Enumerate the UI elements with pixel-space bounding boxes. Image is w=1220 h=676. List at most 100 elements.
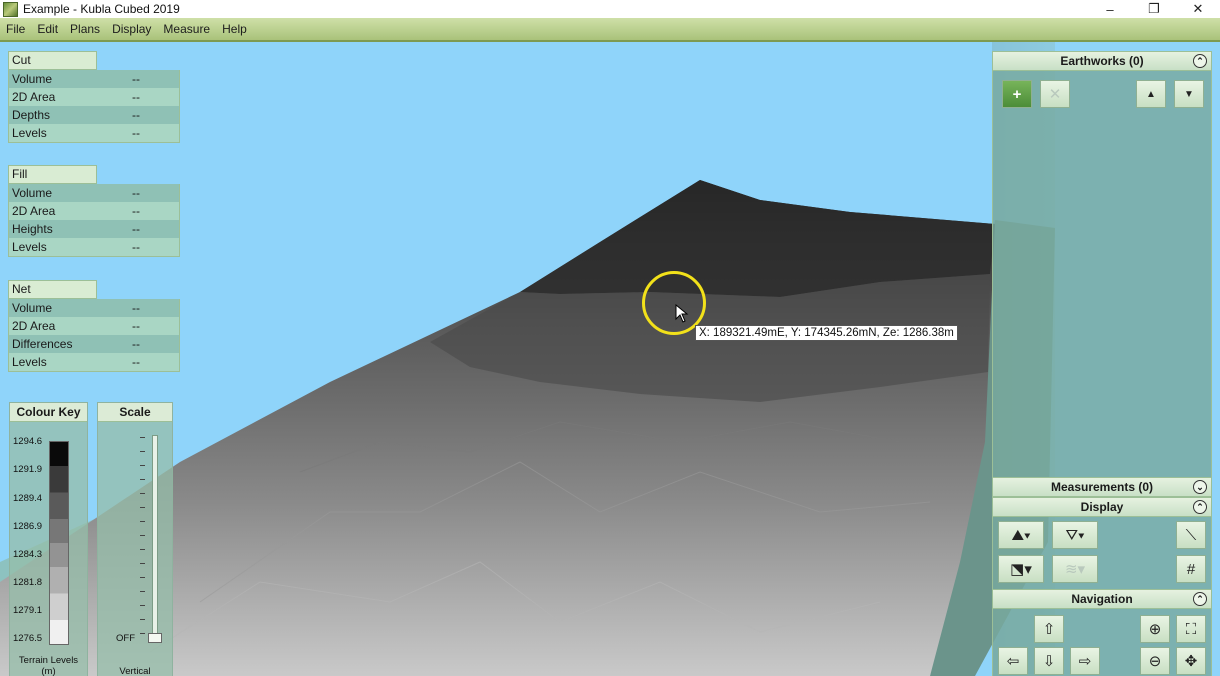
display-header[interactable]: Display ⌃ [992,497,1212,517]
colour-key-bar [49,441,69,645]
table-row: Volume -- [9,299,179,317]
earthworks-header[interactable]: Earthworks (0) ⌃ [992,51,1212,71]
move-down-button[interactable]: ▼ [1174,80,1204,108]
key-tick: 1281.8 [13,577,43,588]
minimize-button[interactable]: – [1088,0,1132,18]
key-tick: 1279.1 [13,605,43,616]
row-value: -- [132,301,140,315]
table-row: Depths -- [9,106,179,124]
menu-measure[interactable]: Measure [157,22,216,36]
row-label: Volume [12,72,53,86]
move-up-button[interactable]: ▲ [1136,80,1166,108]
row-label: Differences [12,337,73,351]
scale-slider-track[interactable] [152,435,158,643]
table-row: Volume -- [9,184,179,202]
scale-slider-handle[interactable] [148,633,162,643]
menu-edit[interactable]: Edit [31,22,64,36]
restore-button[interactable]: ❐ [1132,0,1176,18]
zoom-in-button[interactable]: ⊕ [1140,615,1170,643]
display-title: Display [1080,500,1124,514]
colour-key-footer-line2: (m) [41,666,56,676]
3d-view-dropdown-button[interactable]: ⛰▾ [998,521,1044,549]
scale-title: Scale [98,403,172,422]
close-button[interactable]: ✕ [1176,0,1220,18]
fill-panel-title: Fill [8,165,97,184]
arrow-down-icon: ⇩ [1042,653,1056,670]
row-label: Volume [12,186,53,200]
cut-table: Volume -- 2D Area -- Depths -- Levels -- [8,70,180,143]
pan-down-button[interactable]: ⇩ [1034,647,1064,675]
pan-up-button[interactable]: ⇧ [1034,615,1064,643]
cut-panel-title: Cut [8,51,97,70]
pan-left-button[interactable]: ⇦ [998,647,1028,675]
contours-dropdown-button[interactable]: ≋▾ [1052,555,1098,583]
menu-display[interactable]: Display [106,22,157,36]
mouse-pointer-icon [675,304,689,323]
menu-help[interactable]: Help [216,22,253,36]
row-value: -- [132,72,140,86]
rotate-view-button[interactable]: ✥ [1176,647,1206,675]
row-label: 2D Area [12,319,56,333]
net-panel: Net Volume -- 2D Area -- Differences -- Lev… [8,280,180,372]
menu-file[interactable]: File [0,22,31,36]
row-label: Heights [12,222,53,236]
row-label: Depths [12,108,51,122]
menu-plans[interactable]: Plans [64,22,106,36]
fit-view-icon: ⛶ [1185,620,1197,638]
zoom-out-button[interactable]: ⊖ [1140,647,1170,675]
zoom-out-icon: ⊖ [1148,653,1162,670]
plus-icon: + [1012,85,1022,103]
row-value: -- [132,108,140,122]
row-label: Volume [12,301,53,315]
cut-panel: Cut Volume -- 2D Area -- Depths -- Levels -- [8,51,180,143]
net-table: Volume -- 2D Area -- Differences -- Levels -… [8,299,180,372]
fit-view-button[interactable]: ⛶ [1176,615,1206,643]
scale-ticks [140,437,145,637]
surface-style-dropdown-button[interactable]: ⛛▾ [1052,521,1098,549]
overlay-dropdown-button[interactable]: ⬔▾ [998,555,1044,583]
table-row: Levels -- [9,124,179,142]
row-value: -- [132,355,140,369]
key-tick: 1289.4 [13,493,43,504]
surface-style-icon: ⛛▾ [1065,526,1085,544]
earthworks-title: Earthworks (0) [1060,54,1144,68]
colour-key-footer-line1: Terrain Levels [18,655,79,666]
fill-panel: Fill Volume -- 2D Area -- Heights -- Levels… [8,165,180,257]
grid-icon: # [1186,560,1196,578]
add-earthwork-button[interactable]: + [1002,80,1032,108]
overlay-icon: ⬔▾ [1010,561,1032,578]
table-row: Differences -- [9,335,179,353]
scale-panel: Scale OFF Vertical Exaggeration [97,402,173,676]
chevron-up-icon[interactable]: ⌃ [1193,500,1207,514]
colour-key-title: Colour Key [10,403,87,422]
row-value: -- [132,126,140,140]
navigation-header[interactable]: Navigation ⌃ [992,589,1212,609]
row-value: -- [132,204,140,218]
colour-key-footer: Terrain Levels (m) [10,655,87,676]
row-label: Levels [12,126,47,140]
row-value: -- [132,186,140,200]
line-tool-button[interactable]: ⟍ [1176,521,1206,549]
table-row: 2D Area -- [9,317,179,335]
window-title: Example - Kubla Cubed 2019 [23,2,180,16]
row-value: -- [132,222,140,236]
3d-viewport[interactable]: Cut Volume -- 2D Area -- Depths -- Levels --… [0,42,1220,676]
table-row: Volume -- [9,70,179,88]
pan-right-button[interactable]: ⇨ [1070,647,1100,675]
delete-earthwork-button[interactable]: ✕ [1040,80,1070,108]
measurements-header[interactable]: Measurements (0) ⌄ [992,477,1212,497]
net-panel-title: Net [8,280,97,299]
close-icon: ✕ [1048,86,1062,103]
earthworks-body: + ✕ ▲ ▼ [992,71,1212,477]
chevron-up-icon[interactable]: ⌃ [1193,592,1207,606]
chevron-down-icon[interactable]: ⌄ [1193,480,1207,494]
row-value: -- [132,90,140,104]
contours-icon: ≋▾ [1064,561,1086,578]
zoom-in-icon: ⊕ [1148,621,1162,638]
chevron-up-icon[interactable]: ⌃ [1193,54,1207,68]
scale-off-label: OFF [116,633,135,644]
right-panel: Earthworks (0) ⌃ + ✕ ▲ ▼ Measurements (0… [992,51,1212,676]
row-value: -- [132,337,140,351]
grid-toggle-button[interactable]: # [1176,555,1206,583]
row-value: -- [132,319,140,333]
